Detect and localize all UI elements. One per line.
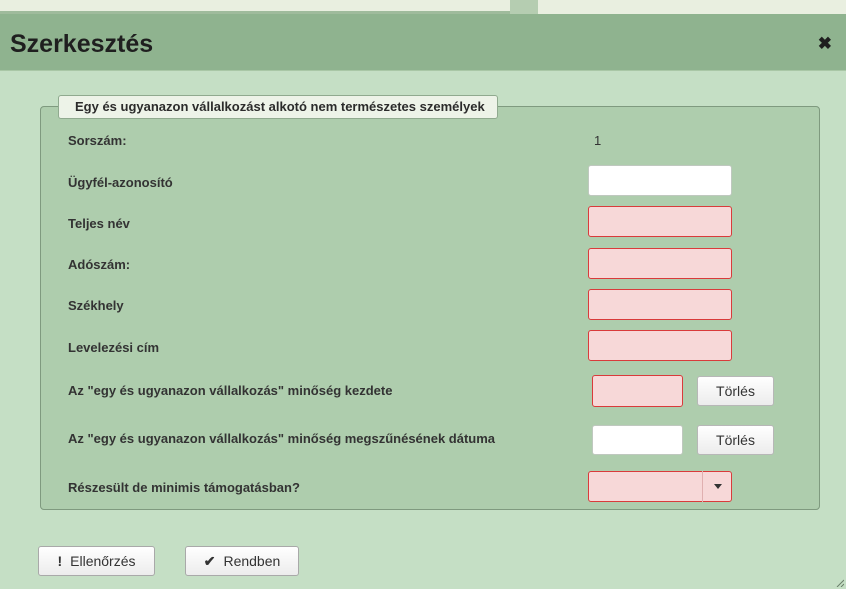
background-strip-block — [510, 0, 538, 14]
rendben-button[interactable]: ✔ Rendben — [185, 546, 299, 576]
exclamation-icon: ! — [57, 553, 63, 569]
close-icon[interactable]: ✖ — [818, 34, 832, 54]
minoseg-megszunese-label: Az "egy és ugyanazon vállalkozás" minősé… — [68, 431, 496, 446]
ellenorzes-button[interactable]: ! Ellenőrzés — [38, 546, 155, 576]
sorszam-value: 1 — [594, 133, 602, 148]
ugyfel-azonosito-input[interactable] — [588, 165, 732, 196]
levelezesi-cim-input[interactable] — [588, 330, 732, 361]
minoseg-megszunese-date-input[interactable] — [592, 425, 683, 455]
teljes-nev-label: Teljes név — [68, 216, 130, 231]
checkmark-icon: ✔ — [203, 552, 216, 569]
minoseg-kezdete-date-input[interactable] — [592, 375, 683, 407]
ellenorzes-label: Ellenőrzés — [70, 553, 136, 569]
rendben-label: Rendben — [223, 553, 281, 569]
fieldset-legend: Egy és ugyanazon vállalkozást alkotó nem… — [58, 95, 498, 119]
dialog-title: Szerkesztés — [10, 30, 154, 58]
teljes-nev-input[interactable] — [588, 206, 732, 237]
resize-grip-icon[interactable] — [836, 579, 844, 587]
szekhely-label: Székhely — [68, 298, 124, 313]
background-window-strip — [0, 0, 846, 14]
adoszam-input[interactable] — [588, 248, 732, 279]
ugyfel-azonosito-label: Ügyfél-azonosító — [68, 175, 173, 190]
chevron-down-icon[interactable] — [702, 471, 732, 502]
szekhely-input[interactable] — [588, 289, 732, 320]
minoseg-megszunese-clear-button[interactable]: Törlés — [697, 425, 774, 455]
levelezesi-cim-label: Levelezési cím — [68, 340, 160, 355]
minoseg-kezdete-clear-button[interactable]: Törlés — [697, 376, 774, 406]
dialog-content: Egy és ugyanazon vállalkozást alkotó nem… — [0, 71, 846, 589]
adoszam-label: Adószám: — [68, 257, 131, 272]
minoseg-kezdete-label: Az "egy és ugyanazon vállalkozás" minősé… — [68, 383, 393, 398]
dialog-titlebar[interactable]: Szerkesztés ✖ — [0, 14, 846, 71]
sorszam-label: Sorszám: — [68, 133, 127, 148]
de-minimis-label: Részesült de minimis támogatásban? — [68, 480, 300, 495]
